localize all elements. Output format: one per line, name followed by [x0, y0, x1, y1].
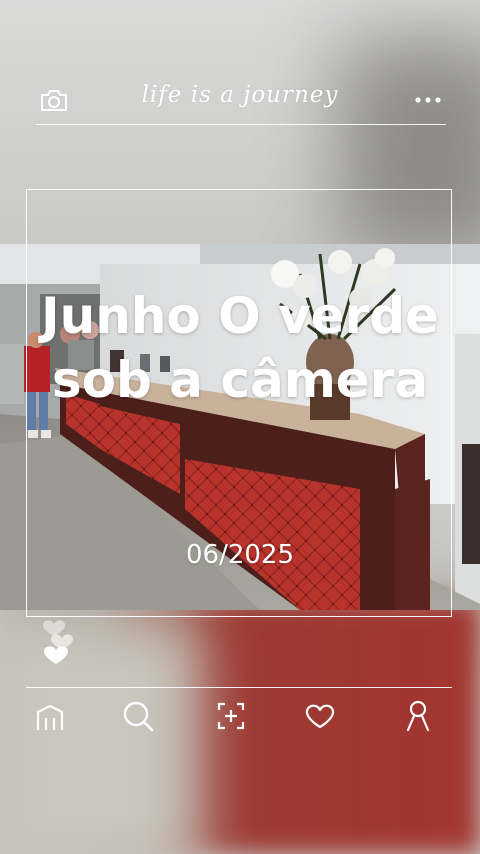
heart-icon[interactable]	[302, 698, 338, 734]
nav-divider	[26, 687, 452, 688]
app-title: life is a journey	[141, 82, 339, 108]
search-icon[interactable]	[120, 698, 156, 734]
header-divider	[36, 124, 446, 125]
post-title: Junho O verde sob a câmera	[41, 287, 439, 409]
bottom-nav	[0, 698, 480, 738]
floating-hearts-icon	[42, 620, 74, 664]
more-dots-icon[interactable]	[414, 92, 442, 108]
top-bar: life is a journey	[0, 76, 480, 126]
add-post-icon[interactable]	[213, 698, 249, 734]
profile-icon[interactable]	[400, 698, 436, 734]
home-icon[interactable]	[32, 698, 68, 734]
post-date: 06/2025	[185, 540, 294, 570]
